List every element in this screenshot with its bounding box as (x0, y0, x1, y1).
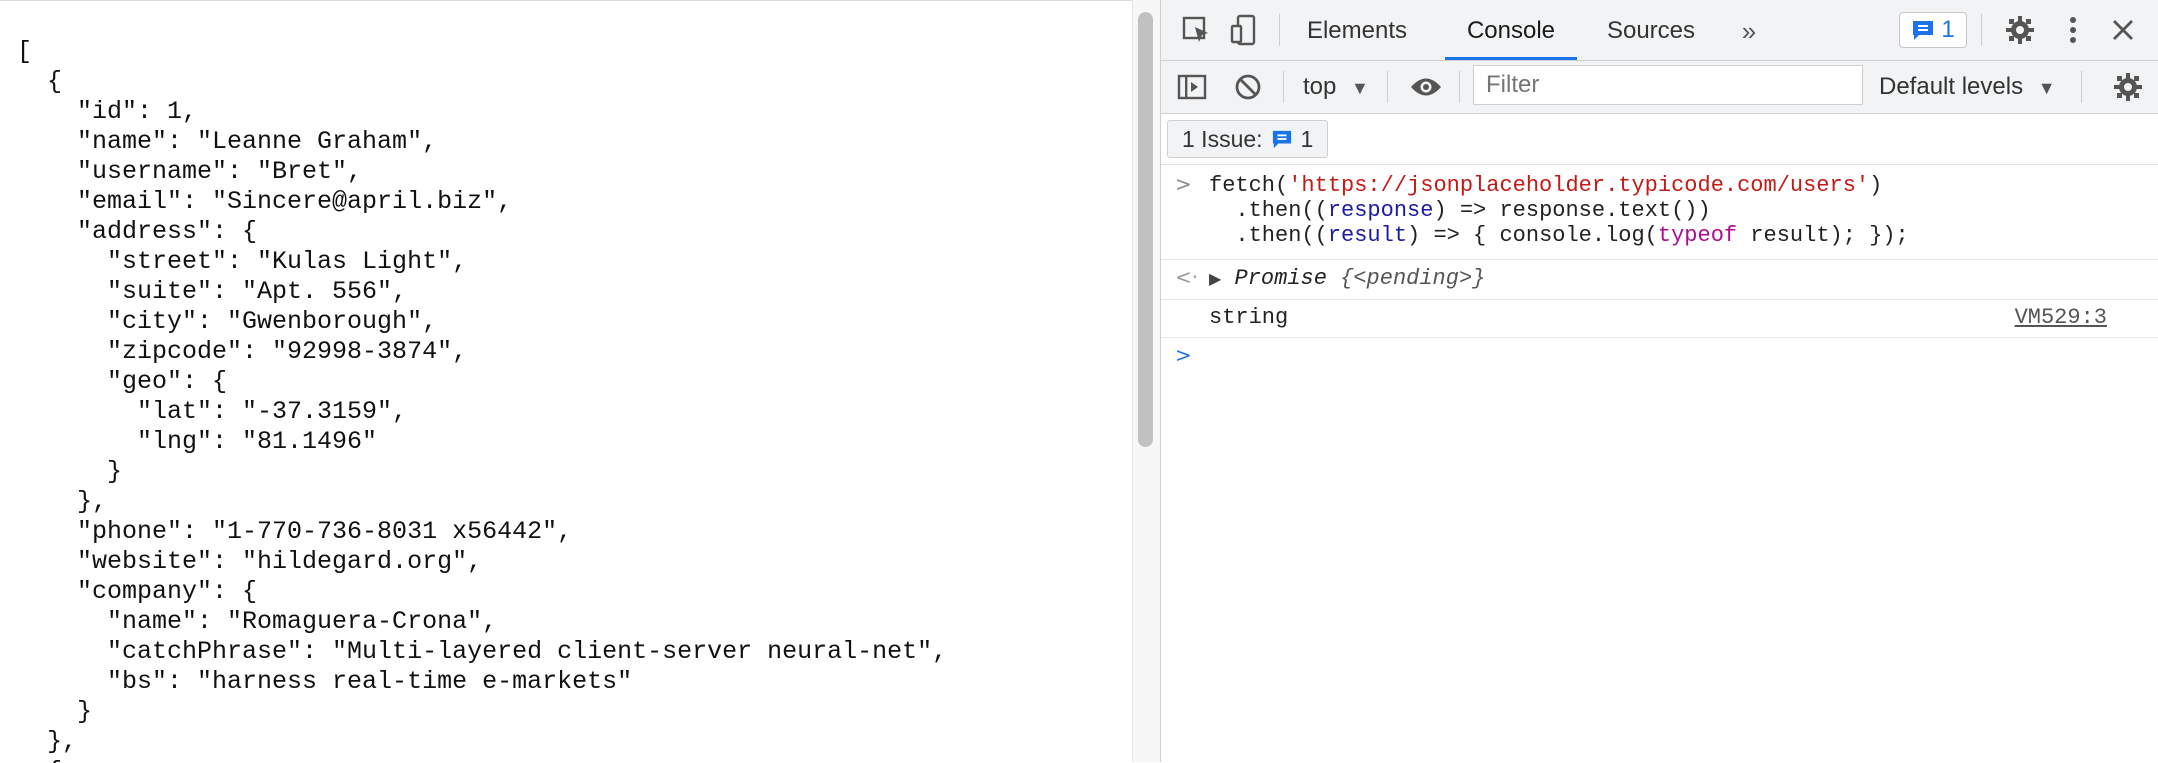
more-options-icon[interactable] (2056, 13, 2090, 47)
console-toolbar: top ▼ Default levels ▼ (1161, 61, 2158, 114)
settings-gear-icon[interactable] (2003, 13, 2037, 47)
json-line: "email": "Sincere@april.biz", (17, 187, 513, 216)
devtools-panel: Elements Console Sources » 1 top ▼ Filte… (1160, 0, 2158, 762)
json-line: "lat": "-37.3159", (17, 397, 408, 426)
json-line: "catchPhrase": "Multi-layered client-ser… (17, 637, 948, 666)
device-toolbar-icon[interactable] (1227, 13, 1261, 47)
json-line: "username": "Bret", (17, 157, 363, 186)
message-icon (1911, 19, 1935, 41)
log-levels-dropdown[interactable]: Default levels ▼ (1879, 71, 2056, 103)
tab-console[interactable]: Console (1445, 0, 1577, 60)
issues-badge-count: 1 (1941, 16, 1955, 43)
json-line: }, (17, 487, 108, 516)
json-line: "name": "Leanne Graham", (17, 127, 438, 156)
inspect-element-icon[interactable] (1179, 13, 1213, 47)
issues-button[interactable]: 1 Issue: 1 (1167, 120, 1329, 158)
chevron-right-icon: > (1175, 172, 1192, 196)
json-line: "bs": "harness real-time e-markets" (17, 667, 633, 696)
context-selector[interactable]: top ▼ (1303, 71, 1369, 103)
clear-console-icon[interactable] (1231, 70, 1265, 104)
levels-label: Default levels (1879, 73, 2024, 100)
json-line: "name": "Romaguera-Crona", (17, 607, 498, 636)
console-log-entry: string VM529:3 (1161, 299, 2158, 338)
scrollbar-thumb[interactable] (1138, 12, 1153, 447)
console-result-entry: <· ▶ Promise {<pending>} (1161, 259, 2158, 300)
json-line: [ (17, 37, 33, 66)
json-line: "address": { (17, 217, 258, 246)
sidebar-toggle-icon[interactable] (1175, 70, 1209, 104)
issues-label: 1 Issue: (1182, 125, 1263, 152)
log-source-link[interactable]: VM529:3 (2015, 305, 2107, 330)
json-line: "website": "hildegard.org", (17, 547, 483, 576)
json-line: "company": { (17, 577, 258, 606)
expand-triangle-icon[interactable]: ▶ (1209, 269, 1221, 288)
page-scrollbar[interactable] (1132, 0, 1161, 762)
json-line: { (17, 67, 63, 96)
json-line: "geo": { (17, 367, 228, 396)
console-output: > fetch('https://jsonplaceholder.typicod… (1161, 165, 2158, 762)
json-line: }, (17, 727, 78, 756)
json-line: "id": 1, (17, 97, 198, 126)
promise-object[interactable]: ▶ Promise {<pending>} (1209, 266, 1485, 291)
json-line: "suite": "Apt. 556", (17, 277, 408, 306)
json-content: [ { "id": 1, "name": "Leanne Graham", "u… (17, 37, 947, 763)
message-icon (1271, 129, 1293, 149)
json-line: "street": "Kulas Light", (17, 247, 468, 276)
return-arrow-icon: <· (1175, 265, 1199, 289)
chevron-down-icon: ▼ (1351, 78, 1369, 98)
json-line: "phone": "1-770-736-8031 x56442", (17, 517, 573, 546)
input-code: fetch('https://jsonplaceholder.typicode.… (1209, 173, 1909, 248)
more-tabs-button[interactable]: » (1729, 0, 1769, 60)
console-input-entry: > fetch('https://jsonplaceholder.typicod… (1161, 172, 2158, 260)
prompt-chevron-icon: > (1175, 343, 1192, 367)
json-line: "lng": "81.1496" (17, 427, 378, 456)
live-expression-eye-icon[interactable] (1409, 70, 1443, 104)
tab-elements[interactable]: Elements (1297, 0, 1417, 60)
tab-sources[interactable]: Sources (1591, 0, 1711, 60)
json-line: } (17, 697, 93, 726)
console-settings-gear-icon[interactable] (2111, 70, 2145, 104)
json-line: "zipcode": "92998-3874", (17, 337, 468, 366)
issues-count: 1 (1300, 125, 1314, 152)
chevron-down-icon: ▼ (2037, 78, 2056, 98)
context-label: top (1303, 73, 1337, 100)
json-line: { (17, 757, 62, 763)
json-line: "city": "Gwenborough", (17, 307, 438, 336)
json-viewer-page: [ { "id": 1, "name": "Leanne Graham", "u… (0, 0, 1132, 763)
json-line: } (17, 457, 123, 486)
console-prompt[interactable]: > (1161, 337, 2158, 377)
issues-bar: 1 Issue: 1 (1161, 114, 2158, 165)
log-message: string (1209, 305, 1289, 330)
devtools-tabbar: Elements Console Sources » 1 (1161, 0, 2158, 61)
close-devtools-icon[interactable] (2106, 13, 2140, 47)
filter-input[interactable] (1473, 65, 1863, 105)
issues-badge-button[interactable]: 1 (1899, 12, 1967, 48)
